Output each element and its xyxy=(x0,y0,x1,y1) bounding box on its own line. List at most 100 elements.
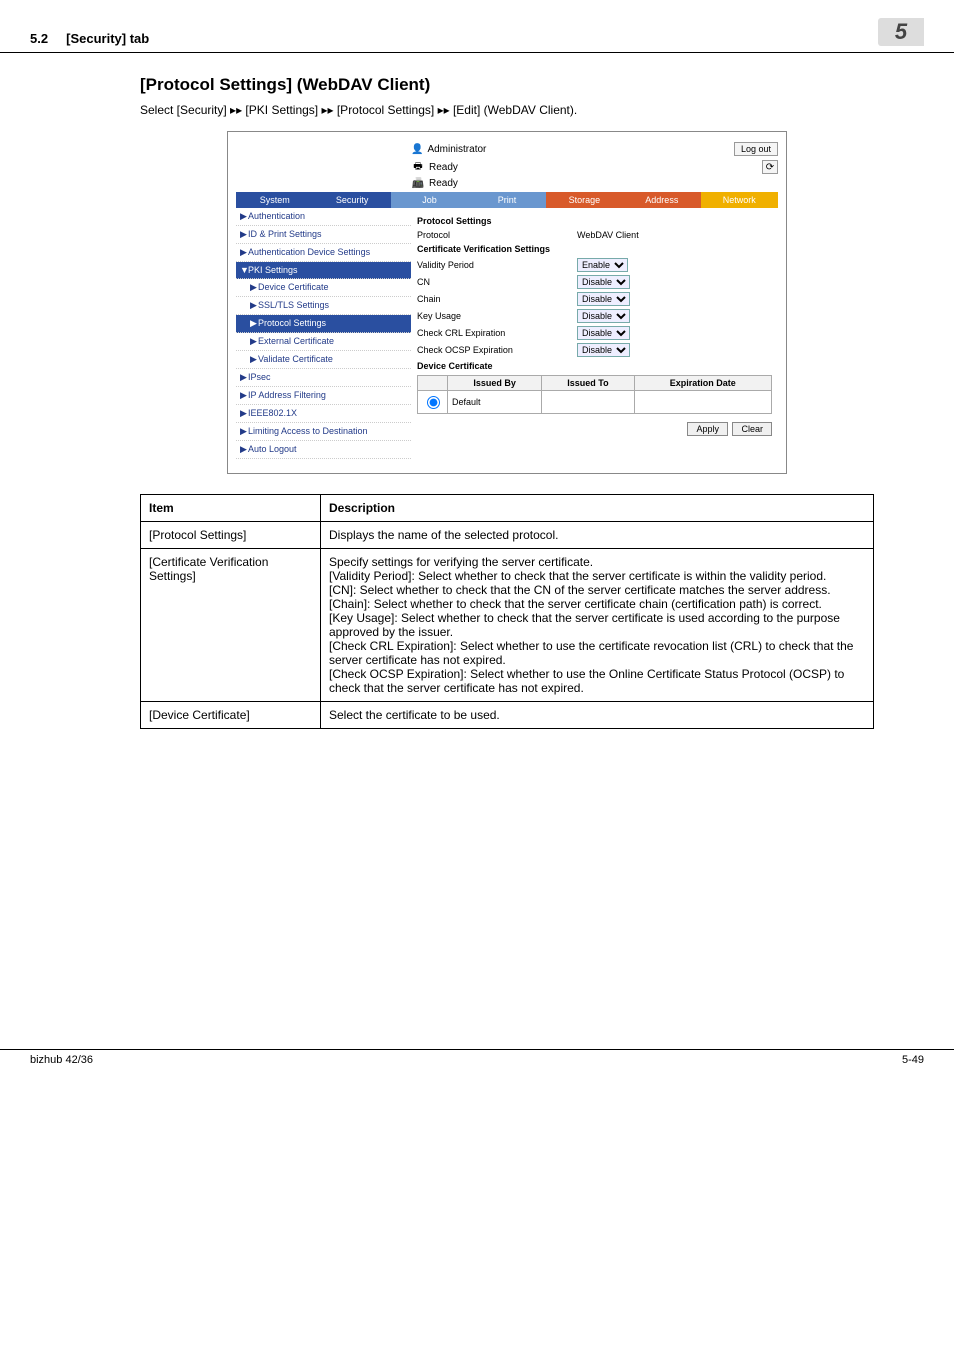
device-certificate-heading: Device Certificate xyxy=(417,361,772,371)
logout-button[interactable]: Log out xyxy=(734,142,778,156)
sidebar-item-validate-cert[interactable]: ▶Validate Certificate xyxy=(236,351,411,369)
sidebar-item-label: IP Address Filtering xyxy=(248,390,326,400)
chain-select[interactable]: Disable xyxy=(577,292,630,306)
sidebar-item-label: SSL/TLS Settings xyxy=(258,300,329,310)
intro-text: Select [Security] ▸▸ [PKI Settings] ▸▸ [… xyxy=(140,103,874,117)
sidebar-item-label: ID & Print Settings xyxy=(248,229,322,239)
validity-period-label: Validity Period xyxy=(417,260,577,270)
check-crl-select[interactable]: Disable xyxy=(577,326,630,340)
row-desc: Select the certificate to be used. xyxy=(321,702,874,729)
breadcrumb-sep: ▸▸ xyxy=(321,103,333,117)
sidebar-item-pki-settings[interactable]: ▼PKI Settings xyxy=(236,262,411,279)
intro-part-d: [Edit] (WebDAV Client). xyxy=(450,103,578,117)
tab-system[interactable]: System xyxy=(236,192,313,208)
sidebar-item-auto-logout[interactable]: ▶Auto Logout xyxy=(236,441,411,459)
sidebar-item-id-print[interactable]: ▶ID & Print Settings xyxy=(236,226,411,244)
row-desc: Specify settings for verifying the serve… xyxy=(321,549,874,702)
main-panel: Protocol Settings Protocol WebDAV Client… xyxy=(411,208,778,459)
col-expiration-date: Expiration Date xyxy=(634,376,771,391)
sidebar-item-auth-device[interactable]: ▶Authentication Device Settings xyxy=(236,244,411,262)
sidebar-item-label: Protocol Settings xyxy=(258,318,326,328)
intro-part-b: [PKI Settings] xyxy=(242,103,321,117)
chapter-badge: 5 xyxy=(878,18,924,46)
check-ocsp-label: Check OCSP Expiration xyxy=(417,345,577,355)
device-certificate-table: Issued By Issued To Expiration Date Defa… xyxy=(417,375,772,414)
sidebar-item-label: Limiting Access to Destination xyxy=(248,426,368,436)
sidebar-item-ip-filter[interactable]: ▶IP Address Filtering xyxy=(236,387,411,405)
sidebar-item-label: Authentication xyxy=(248,211,305,221)
page-header-left: 5.2 [Security] tab xyxy=(30,31,878,46)
check-crl-label: Check CRL Expiration xyxy=(417,328,577,338)
description-table: Item Description [Protocol Settings] Dis… xyxy=(140,494,874,729)
chain-label: Chain xyxy=(417,294,577,304)
cert-default-label: Default xyxy=(448,391,542,414)
sidebar-item-ssl-tls[interactable]: ▶SSL/TLS Settings xyxy=(236,297,411,315)
intro-part-a: Select [Security] xyxy=(140,103,230,117)
tab-job[interactable]: Job xyxy=(391,192,468,208)
section-title: [Security] tab xyxy=(66,31,149,46)
ready-label-2: Ready xyxy=(429,178,458,189)
row-item: [Protocol Settings] xyxy=(141,522,321,549)
sidebar-item-label: External Certificate xyxy=(258,336,334,346)
sidebar-item-limiting[interactable]: ▶Limiting Access to Destination xyxy=(236,423,411,441)
table-row: [Device Certificate] Select the certific… xyxy=(141,702,874,729)
breadcrumb-sep: ▸▸ xyxy=(230,103,242,117)
intro-part-c: [Protocol Settings] xyxy=(334,103,438,117)
cert-radio[interactable] xyxy=(427,396,440,409)
admin-label: 👤 Administrator xyxy=(411,144,734,155)
key-usage-select[interactable]: Disable xyxy=(577,309,630,323)
ready-label-1: Ready xyxy=(429,162,458,173)
cn-select[interactable]: Disable xyxy=(577,275,630,289)
scanner-ready-icon: 📠 xyxy=(411,176,425,190)
section-number: 5.2 xyxy=(30,31,48,46)
sidebar: ▶Authentication ▶ID & Print Settings ▶Au… xyxy=(236,208,411,459)
sidebar-item-protocol-settings[interactable]: ▶Protocol Settings xyxy=(236,315,411,333)
sidebar-item-external-cert[interactable]: ▶External Certificate xyxy=(236,333,411,351)
col-description: Description xyxy=(321,495,874,522)
apply-button[interactable]: Apply xyxy=(687,422,728,436)
col-item: Item xyxy=(141,495,321,522)
check-ocsp-select[interactable]: Disable xyxy=(577,343,630,357)
sidebar-item-label: PKI Settings xyxy=(248,265,298,275)
footer-left: bizhub 42/36 xyxy=(30,1054,902,1066)
sidebar-item-label: Auto Logout xyxy=(248,444,297,454)
sidebar-item-label: Device Certificate xyxy=(258,282,329,292)
footer-right: 5-49 xyxy=(902,1054,924,1066)
page-title: [Protocol Settings] (WebDAV Client) xyxy=(140,75,874,95)
admin-text: Administrator xyxy=(427,144,486,155)
sidebar-item-ieee[interactable]: ▶IEEE802.1X xyxy=(236,405,411,423)
clear-button[interactable]: Clear xyxy=(732,422,772,436)
sidebar-item-label: Validate Certificate xyxy=(258,354,333,364)
tab-address[interactable]: Address xyxy=(623,192,700,208)
top-tabs: System Security Job Print Storage Addres… xyxy=(236,192,778,208)
col-issued-by: Issued By xyxy=(448,376,542,391)
tab-print[interactable]: Print xyxy=(468,192,545,208)
sidebar-item-ipsec[interactable]: ▶IPsec xyxy=(236,369,411,387)
cn-label: CN xyxy=(417,277,577,287)
table-row: [Certificate Verification Settings] Spec… xyxy=(141,549,874,702)
table-row: [Protocol Settings] Displays the name of… xyxy=(141,522,874,549)
table-row: Default xyxy=(418,391,772,414)
validity-period-select[interactable]: Enable xyxy=(577,258,628,272)
sidebar-item-authentication[interactable]: ▶Authentication xyxy=(236,208,411,226)
row-item: [Certificate Verification Settings] xyxy=(141,549,321,702)
row-item: [Device Certificate] xyxy=(141,702,321,729)
col-issued-to: Issued To xyxy=(542,376,634,391)
refresh-icon[interactable]: ⟳ xyxy=(762,160,778,174)
breadcrumb-sep: ▸▸ xyxy=(438,103,450,117)
user-icon: 👤 xyxy=(411,144,423,155)
sidebar-item-label: Authentication Device Settings xyxy=(248,247,370,257)
cert-verification-heading: Certificate Verification Settings xyxy=(417,244,772,254)
tab-network[interactable]: Network xyxy=(701,192,778,208)
printer-ready-icon: 🖶 xyxy=(411,160,425,174)
admin-console-screenshot: 👤 Administrator Log out 🖶 Ready ⟳ 📠 Read… xyxy=(227,131,787,474)
tab-security[interactable]: Security xyxy=(313,192,390,208)
protocol-settings-heading: Protocol Settings xyxy=(417,216,772,226)
tab-storage[interactable]: Storage xyxy=(546,192,623,208)
protocol-label: Protocol xyxy=(417,230,577,240)
key-usage-label: Key Usage xyxy=(417,311,577,321)
sidebar-item-device-cert[interactable]: ▶Device Certificate xyxy=(236,279,411,297)
sidebar-item-label: IEEE802.1X xyxy=(248,408,297,418)
protocol-value: WebDAV Client xyxy=(577,230,639,240)
row-desc: Displays the name of the selected protoc… xyxy=(321,522,874,549)
